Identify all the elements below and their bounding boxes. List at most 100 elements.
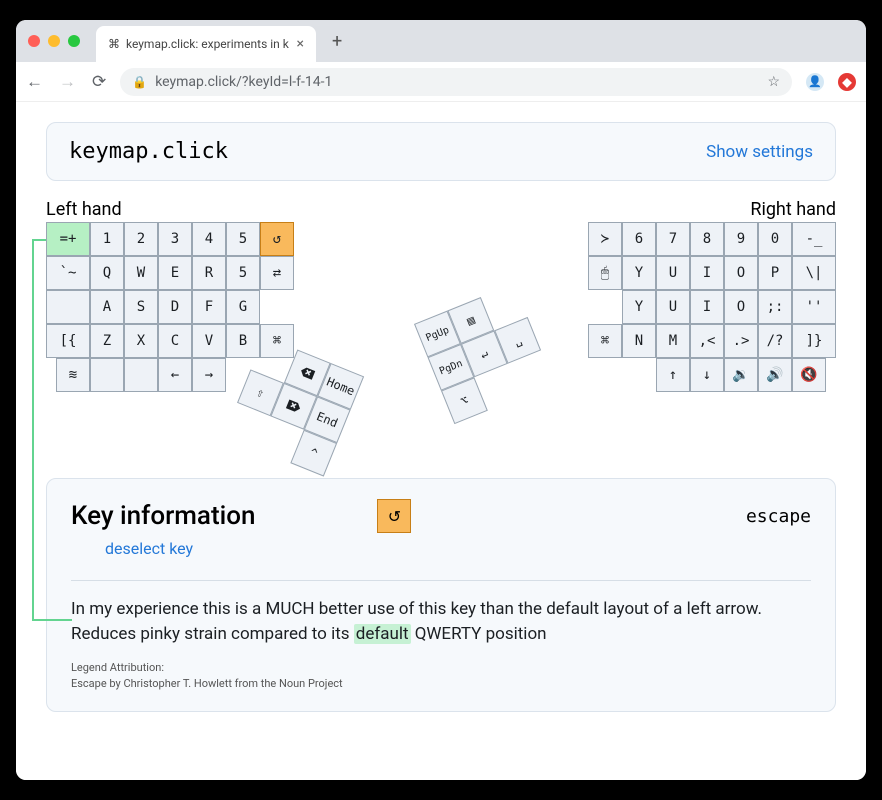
key-6[interactable]: 6 <box>622 222 656 256</box>
key-u[interactable]: U <box>656 256 690 290</box>
layers-icon: ≋ <box>69 367 77 383</box>
extension-icon[interactable]: ◆ <box>838 73 856 91</box>
key-slash[interactable]: /? <box>758 324 792 358</box>
key-o[interactable]: O <box>724 256 758 290</box>
backspace-icon <box>297 363 318 384</box>
key-gt[interactable]: ≻ <box>588 222 622 256</box>
menu-icon: ▤ <box>465 313 477 329</box>
selected-key-preview: ↺ <box>377 499 411 533</box>
key-equals[interactable]: =+ <box>46 222 90 256</box>
key-b[interactable]: B <box>226 324 260 358</box>
minimize-window-button[interactable] <box>48 35 60 47</box>
key-backtick[interactable]: `~ <box>46 256 90 290</box>
key-i2[interactable]: I <box>690 290 724 324</box>
key-blank[interactable] <box>46 290 90 324</box>
key-arrow-left[interactable]: ← <box>158 358 192 392</box>
key-e[interactable]: E <box>158 256 192 290</box>
key-d[interactable]: D <box>158 290 192 324</box>
space-icon: ␣ <box>512 333 524 349</box>
key-o2[interactable]: O <box>724 290 758 324</box>
key-f[interactable]: F <box>192 290 226 324</box>
key-period[interactable]: .> <box>724 324 758 358</box>
browser-tab[interactable]: ⌘ keymap.click: experiments in k × <box>96 26 316 62</box>
new-tab-button[interactable]: + <box>324 31 350 52</box>
key-w[interactable]: W <box>124 256 158 290</box>
right-hand-label: Right hand <box>750 199 836 220</box>
key-c[interactable]: C <box>158 324 192 358</box>
show-settings-link[interactable]: Show settings <box>706 142 813 162</box>
address-bar[interactable]: 🔒 keymap.click/?keyId=l-f-14-1 ☆ <box>120 68 792 96</box>
key-7[interactable]: 7 <box>656 222 690 256</box>
back-button[interactable]: ← <box>26 72 43 92</box>
key-mute[interactable]: 🔇 <box>792 358 826 392</box>
browser-toolbar: ← → ⟳ 🔒 keymap.click/?keyId=l-f-14-1 ☆ 👤… <box>16 62 866 102</box>
key-3[interactable]: 3 <box>158 222 192 256</box>
key-vol-up[interactable]: 🔊 <box>758 358 792 392</box>
star-icon[interactable]: ☆ <box>767 74 780 90</box>
key-s[interactable]: S <box>124 290 158 324</box>
key-vol-down[interactable]: 🔉 <box>724 358 758 392</box>
key-arrow-right[interactable]: → <box>192 358 226 392</box>
key-m[interactable]: M <box>656 324 690 358</box>
close-window-button[interactable] <box>28 35 40 47</box>
key-0[interactable]: 0 <box>758 222 792 256</box>
tab-title: keymap.click: experiments in k <box>126 37 289 51</box>
key-x[interactable]: X <box>124 324 158 358</box>
deselect-key-link[interactable]: deselect key <box>105 539 811 558</box>
key-quote[interactable]: '' <box>792 290 836 324</box>
key-layer[interactable]: ≋ <box>56 358 90 392</box>
key-5b[interactable]: 5 <box>226 256 260 290</box>
key-4[interactable]: 4 <box>192 222 226 256</box>
hand-labels: Left hand Right hand <box>46 199 836 220</box>
key-2[interactable]: 2 <box>124 222 158 256</box>
highlight-connector <box>32 239 34 619</box>
key-blank[interactable] <box>90 358 124 392</box>
key-z[interactable]: Z <box>90 324 124 358</box>
key-escape[interactable]: ↺ <box>260 222 294 256</box>
right-keyboard-half: ≻ 6 7 8 9 0 -_ 🖱 Y U I O P \| <box>588 222 836 392</box>
tab-favicon: ⌘ <box>108 37 120 51</box>
profile-avatar[interactable]: 👤 <box>806 73 824 91</box>
page-content: keymap.click Show settings Left hand Rig… <box>16 102 866 780</box>
key-tab-swap[interactable]: ⇄ <box>260 256 294 290</box>
key-i[interactable]: I <box>690 256 724 290</box>
key-y2[interactable]: Y <box>622 290 656 324</box>
key-comma[interactable]: ,< <box>690 324 724 358</box>
key-bracket-close[interactable]: ]} <box>792 324 836 358</box>
key-blank[interactable] <box>124 358 158 392</box>
mouse-icon: 🖱 <box>601 265 609 281</box>
key-backslash[interactable]: \| <box>792 256 836 290</box>
key-5[interactable]: 5 <box>226 222 260 256</box>
left-hand-label: Left hand <box>46 199 122 220</box>
forward-button[interactable]: → <box>59 72 76 92</box>
key-minus[interactable]: -_ <box>792 222 836 256</box>
key-8[interactable]: 8 <box>690 222 724 256</box>
key-g[interactable]: G <box>226 290 260 324</box>
key-q[interactable]: Q <box>90 256 124 290</box>
lock-icon: 🔒 <box>132 75 147 89</box>
right-thumb-cluster: PgUp ▤ PgDn ↵ ␣ ⌥ <box>414 284 555 425</box>
key-arrow-up[interactable]: ↑ <box>656 358 690 392</box>
key-v[interactable]: V <box>192 324 226 358</box>
key-semicolon[interactable]: ;: <box>758 290 792 324</box>
key-y[interactable]: Y <box>622 256 656 290</box>
key-n[interactable]: N <box>622 324 656 358</box>
key-arrow-down[interactable]: ↓ <box>690 358 724 392</box>
key-cmd-right[interactable]: ⌘ <box>588 324 622 358</box>
keyboard-layout: =+ 1 2 3 4 5 ↺ `~ Q W E R 5 ⇄ <box>46 222 836 452</box>
blurb-part-b: QWERTY position <box>411 624 547 644</box>
key-mouse[interactable]: 🖱 <box>588 256 622 290</box>
browser-window: ⌘ keymap.click: experiments in k × + ← →… <box>16 20 866 780</box>
key-a[interactable]: A <box>90 290 124 324</box>
key-r[interactable]: R <box>192 256 226 290</box>
key-u2[interactable]: U <box>656 290 690 324</box>
key-bracket-open[interactable]: [{ <box>46 324 90 358</box>
url-text: keymap.click/?keyId=l-f-14-1 <box>155 74 332 90</box>
key-1[interactable]: 1 <box>90 222 124 256</box>
reload-button[interactable]: ⟳ <box>92 72 106 92</box>
maximize-window-button[interactable] <box>68 35 80 47</box>
key-9[interactable]: 9 <box>724 222 758 256</box>
legend-attribution: Legend Attribution: Escape by Christophe… <box>71 660 811 691</box>
key-p[interactable]: P <box>758 256 792 290</box>
close-tab-button[interactable]: × <box>297 36 304 52</box>
